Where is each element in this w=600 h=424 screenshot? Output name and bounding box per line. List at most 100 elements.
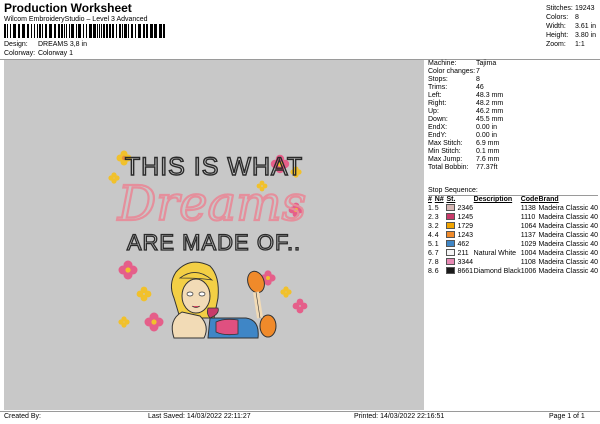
row-code-text: 1110: [520, 214, 536, 221]
row-brand-text: Madeira Classic 40: [538, 241, 598, 248]
colorway-row: Colorway: Colorway 1: [4, 50, 73, 57]
row-number: 5.: [428, 240, 435, 249]
machine-info-label: Up:: [428, 108, 439, 115]
col-code: Code: [520, 196, 539, 203]
barcode-bar: [22, 24, 25, 38]
thread-color-swatch: [446, 249, 456, 256]
barcode-bar: [99, 24, 100, 38]
row-needle: 1: [435, 240, 447, 249]
barcode-bar: [150, 24, 153, 38]
machine-info-label: Down:: [428, 116, 448, 123]
machine-info-row: EndX: 0.00 in: [428, 124, 598, 132]
row-needle-text: 4: [434, 232, 439, 239]
row-number-text: 6.: [428, 250, 434, 257]
barcode-bar: [61, 24, 63, 38]
machine-info-label: Machine:: [428, 60, 457, 67]
row-stitches: 8661: [446, 267, 473, 276]
barcode-bar: [131, 24, 133, 38]
row-brand-text: Madeira Classic 40: [538, 205, 598, 212]
stat-stitches: Stitches: 19243: [546, 5, 595, 12]
barcode-bar: [31, 24, 32, 38]
barcode-bar: [89, 24, 92, 38]
machine-info-value: 46: [476, 84, 484, 91]
row-number: 7.: [428, 258, 435, 267]
col-brand: Brand: [538, 196, 559, 203]
stat-colors: Colors: 8: [546, 14, 579, 21]
row-brand-text: Madeira Classic 40: [538, 259, 598, 266]
machine-info-value: 46.2 mm: [476, 108, 504, 115]
table-row: 6. 7 211 Natural White 1004 Madeira Classic 4…: [428, 249, 598, 258]
design-row: Design: DREAMS 3,8 in: [4, 41, 87, 48]
row-description-text: Diamond Black: [473, 268, 521, 275]
row-brand-text: Madeira Classic 40: [538, 232, 598, 239]
barcode-bar: [7, 24, 8, 38]
row-stitches: 2346: [446, 204, 473, 213]
printed-date: Printed: 14/03/2022 22:16:51: [354, 413, 445, 420]
colorway-value: Colorway 1: [37, 50, 73, 57]
row-code: 1004: [521, 249, 539, 258]
barcode-bar: [58, 24, 60, 38]
machine-info-label: Right:: [428, 100, 447, 107]
row-brand-text: Madeira Classic 40: [538, 214, 598, 221]
row-description: [474, 231, 521, 240]
barcode-bar: [109, 24, 111, 38]
row-number-text: 2.: [428, 214, 434, 221]
barcode-bar: [106, 24, 108, 38]
row-stitches: 1243: [446, 231, 473, 240]
row-needle-text: 6: [434, 268, 439, 275]
row-description: Diamond Black: [474, 267, 521, 276]
row-number-text: 3.: [428, 223, 434, 230]
table-row: 8. 6 8661 Diamond Black 1006 Madeira Classic …: [428, 267, 598, 276]
thread-color-swatch: [446, 204, 456, 211]
barcode-bar: [93, 24, 96, 38]
row-needle-text: 1: [434, 241, 439, 248]
machine-info-label: EndY:: [428, 132, 447, 139]
row-stitches: 1245: [446, 213, 473, 222]
software-name: Wilcom EmbroideryStudio – Level 3 Advanc…: [4, 16, 148, 23]
thread-color-swatch: [446, 213, 456, 220]
barcode-bar: [124, 24, 127, 38]
machine-info-value: 0.1 mm: [476, 148, 500, 155]
row-code: 1108: [521, 258, 539, 267]
thread-color-swatch: [446, 258, 456, 265]
barcode-bar: [42, 24, 43, 38]
barcode-bar: [112, 24, 114, 38]
row-brand: Madeira Classic 40: [538, 213, 598, 222]
row-code-text: 1138: [520, 205, 536, 212]
table-row: 4. 4 1243 1137 Madeira Classic 40: [428, 231, 598, 240]
barcode-bar: [66, 24, 67, 38]
barcode-bar: [154, 24, 157, 38]
artwork-line-3: ARE MADE OF..: [127, 230, 301, 255]
row-code: 1064: [521, 222, 539, 231]
row-needle: 8: [435, 258, 447, 267]
barcode-bar: [122, 24, 123, 38]
thread-color-swatch: [446, 267, 456, 274]
row-number-text: 1.: [428, 205, 434, 212]
row-needle: 6: [435, 267, 447, 276]
table-row: 2. 3 1245 1110 Madeira Classic 40: [428, 213, 598, 222]
machine-info-row: Max Jump: 7.6 mm: [428, 156, 598, 164]
row-code-text: 1029: [520, 241, 537, 248]
machine-info-row: Left: 48.3 mm: [428, 92, 598, 100]
row-description-text: Natural White: [473, 250, 517, 257]
artwork-line-2: Dreams: [117, 176, 307, 232]
row-brand: Madeira Classic 40: [538, 258, 598, 267]
machine-info-row: Color changes:7: [428, 68, 598, 76]
barcode-bar: [135, 24, 136, 38]
barcode-bar: [10, 24, 11, 38]
col-st: St.: [446, 196, 456, 203]
machine-info-label: Stops:: [428, 76, 448, 83]
machine-info-row: Down: 45.5 mm: [428, 116, 598, 124]
barcode-bar: [101, 24, 102, 38]
machine-info-value: 77.37ft: [476, 164, 498, 171]
row-brand-text: Madeira Classic 40: [538, 250, 598, 257]
row-needle-text: 7: [434, 250, 439, 257]
row-needle: 7: [435, 249, 447, 258]
barcode-bar: [159, 24, 162, 38]
machine-info-row: EndY: 0.00 in: [428, 132, 598, 140]
barcode-bar: [143, 24, 145, 38]
row-code-text: 1137: [520, 232, 536, 239]
row-description: [474, 258, 521, 267]
barcode-bar: [119, 24, 121, 38]
row-number: 2.: [428, 213, 435, 222]
